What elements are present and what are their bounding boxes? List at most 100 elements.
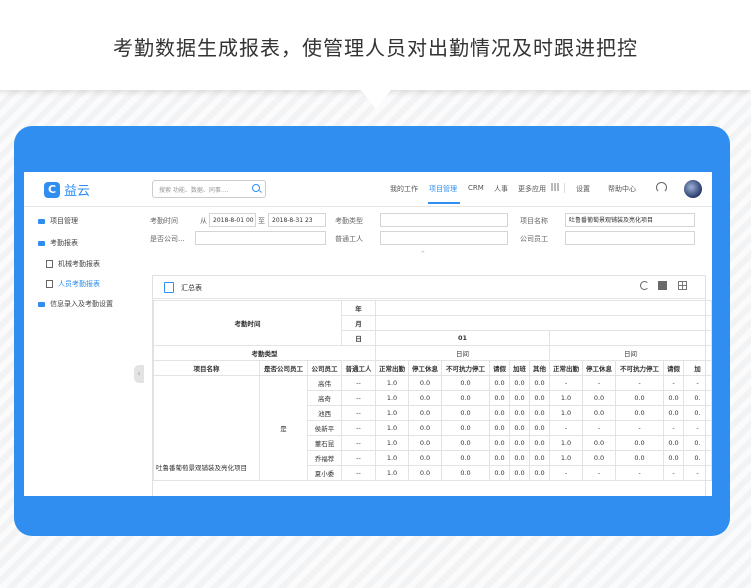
worker-cell: -- [341,405,377,421]
divider [564,183,565,193]
nav-crm[interactable]: CRM [468,184,484,192]
avatar[interactable] [684,180,702,198]
col-is-company: 是否公司员工 [259,360,308,376]
value-cell: - [615,375,665,391]
export-excel-icon[interactable] [658,281,667,290]
nav-my-work[interactable]: 我的工作 [390,184,418,194]
value-cell: 1.0 [549,450,584,466]
value-cell: - [615,420,665,436]
attendance-type-select[interactable] [380,213,508,227]
logo[interactable]: C 益云 [44,180,90,199]
value-cell: 0.0 [489,390,511,406]
value-cell: 0.0 [509,390,531,406]
header-daily-1: 日间 [375,345,551,361]
worker-cell: -- [341,435,377,451]
active-tab-indicator [428,202,460,204]
staff-cell: 高奇 [306,390,343,406]
worker-cell: -- [341,390,377,406]
value-cell: - [549,420,584,436]
sidebar-item-info-settings[interactable]: 信息录入及考勤设置 [38,299,113,309]
nav-more-apps[interactable]: 更多应用 [518,184,546,194]
value-cell: 0.0 [441,435,491,451]
sidebar-item-label: 项目管理 [50,217,78,225]
value-cell: 0.0 [582,390,617,406]
value-cell: 0.0 [529,375,551,391]
summary-panel: 汇总表 考勤时间 年 月 日 01 考勤类型 日间 日间 项目名称 是否公司员工… [152,275,712,496]
worker-cell: -- [341,465,377,481]
apps-grid-icon[interactable] [551,183,559,191]
sidebar-item-label: 信息录入及考勤设置 [50,300,113,308]
sidebar: 项目管理 考勤报表 机械考勤报表 人员考勤报表 信息录入及考勤设置 ‹ [24,207,144,496]
value-cell: 0.0 [408,420,443,436]
is-company-select[interactable] [195,231,326,245]
filter-label-type: 考勤类型 [335,217,363,225]
col-project: 项目名称 [153,360,260,376]
sidebar-item-staff-report[interactable]: 人员考勤报表 [46,279,100,289]
value-cell: 0.0 [408,435,443,451]
value-cell: 0.0 [489,405,511,421]
app-window: C 益云 搜索 功能、数据、同事.... 我的工作 项目管理 CRM 人事 更多… [24,172,712,496]
filter-label-to: 至 [258,217,265,225]
value-cell: 0.0 [663,435,685,451]
value-cell: 0.0 [441,450,491,466]
date-from-input[interactable]: 2018-8-01 00 [209,213,256,227]
worker-cell: -- [341,450,377,466]
filter-label-is-company: 是否公司... [150,235,185,243]
value-cell: 0.0 [615,450,665,466]
banner-notch [360,89,392,109]
nav-settings[interactable]: 设置 [576,184,590,194]
summary-table: 考勤时间 年 月 日 01 考勤类型 日间 日间 项目名称 是否公司员工 公司员… [152,300,712,481]
logo-text: 益云 [64,184,91,199]
date-to-input[interactable]: 2018-8-31 23 [268,213,326,227]
refresh-icon[interactable] [640,281,649,290]
value-cell: 0.0 [663,390,685,406]
value-cell: - [582,465,617,481]
nav-hr[interactable]: 人事 [494,184,508,194]
chevron-up-icon[interactable]: ⌃ [420,250,426,258]
col-rest: 停工休息 [408,360,443,376]
filter-label-project: 项目名称 [520,217,548,225]
sidebar-item-attendance-report[interactable]: 考勤报表 [38,238,78,248]
value-cell: - [582,420,617,436]
value-cell: 0.0 [615,405,665,421]
value-cell: 0.0 [509,405,531,421]
report-icon [164,282,174,293]
grid-settings-icon[interactable] [678,281,687,290]
sidebar-item-project-management[interactable]: 项目管理 [38,216,78,226]
value-cell: 1.0 [375,450,410,466]
value-cell: 0.0 [408,405,443,421]
folder-icon [38,218,45,224]
headset-icon[interactable] [656,182,667,193]
document-icon [46,260,53,268]
value-cell: 0.0 [529,435,551,451]
value-cell: 0.0 [582,435,617,451]
value-cell: - [663,375,685,391]
value-cell: 0.0 [663,450,685,466]
col-normal-2: 正常出勤 [549,360,584,376]
search-icon[interactable] [252,184,260,192]
project-name-select[interactable]: 吐鲁番葡萄景观铺装及亮化项目 [565,213,695,227]
value-cell: - [582,375,617,391]
nav-help-center[interactable]: 帮助中心 [608,184,636,194]
is-company-cell: 是 [259,375,308,481]
sidebar-item-machine-report[interactable]: 机械考勤报表 [46,259,100,269]
value-cell: 1.0 [375,465,410,481]
staff-select[interactable] [565,231,695,245]
document-icon [46,280,53,288]
col-normal: 正常出勤 [375,360,410,376]
sidebar-collapse-handle[interactable]: ‹ [134,365,144,383]
value-cell: 0.0 [529,465,551,481]
value-cell: 0.0 [489,420,511,436]
value-cell: 1.0 [375,420,410,436]
value-cell: 0. [683,390,712,406]
nav-project-management[interactable]: 项目管理 [429,184,457,194]
value-cell: 0. [683,405,712,421]
value-cell: 1.0 [549,405,584,421]
value-cell: 0.0 [441,375,491,391]
filter-label-worker: 普通工人 [335,235,363,243]
value-cell: 0.0 [582,450,617,466]
search-input[interactable]: 搜索 功能、数据、同事.... [152,180,266,198]
value-cell: 0.0 [529,420,551,436]
worker-select[interactable] [380,231,508,245]
table-row[interactable]: 吐鲁番葡萄景观铺装及亮化项目是高伟 -- 1.0 0.0 0.0 0.0 0.0 0.0- - -… [153,375,712,481]
